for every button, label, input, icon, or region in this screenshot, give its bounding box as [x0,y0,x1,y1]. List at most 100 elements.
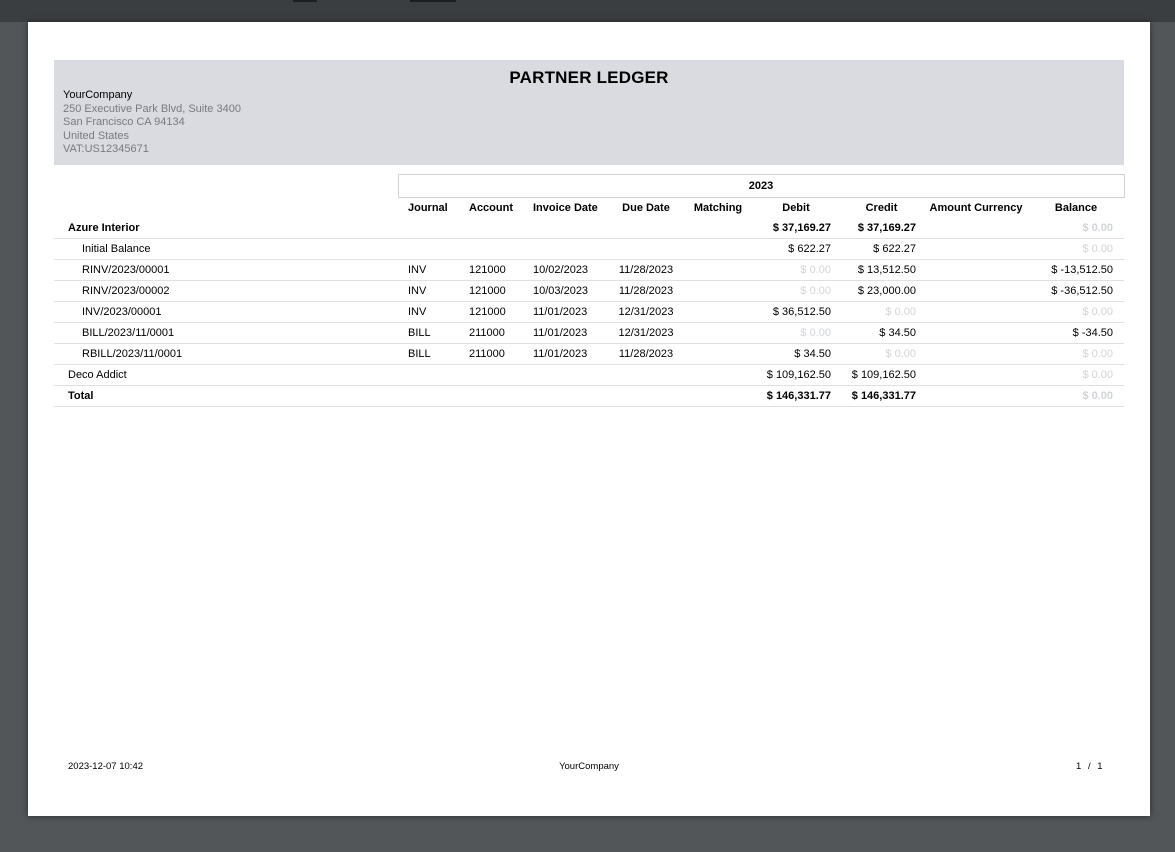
balance-cell: $ -13,512.50 [1028,259,1125,281]
amount-currency-cell [924,259,1028,281]
debit-cell: $ 36,512.50 [753,301,839,323]
ledger-line-row[interactable]: Initial Balance $ 622.27 $ 622.27 $ 0.00 [54,238,1125,260]
debit-cell: $ 37,169.27 [753,218,839,239]
company-name: YourCompany [63,89,133,101]
move-name-link[interactable]: BILL/2023/11/0001 [54,322,398,344]
move-name-link[interactable]: RINV/2023/00002 [54,280,398,302]
amount-currency-cell [924,280,1028,302]
matching-cell [683,218,753,239]
page-total: 1 [1097,761,1103,772]
amount-currency-cell [924,364,1028,386]
debit-cell: $ 0.00 [753,322,839,344]
toolbar-button[interactable] [410,0,456,2]
period-header-row: 2023 [54,174,1125,198]
ledger-table: 2023 Journal Account Invoice Date Due Da… [54,174,1125,407]
amount-currency-cell [924,218,1028,239]
ledger-line-row[interactable]: RBILL/2023/11/0001 BILL 211000 11/01/202… [54,343,1125,365]
line-label: Initial Balance [54,238,398,260]
footer-pagination: 1 / 1 [1076,761,1103,772]
credit-cell: $ 0.00 [839,343,924,365]
company-address-line: 250 Executive Park Blvd, Suite 3400 [63,102,241,115]
ledger-line-row[interactable]: INV/2023/00001 INV 121000 11/01/2023 12/… [54,301,1125,323]
journal-cell: BILL [398,322,459,344]
journal-cell [398,364,459,386]
debit-cell: $ 0.00 [753,259,839,281]
invoice-date-cell: 11/01/2023 [523,301,609,323]
credit-cell: $ 109,162.50 [839,364,924,386]
journal-cell: INV [398,280,459,302]
total-debit: $ 146,331.77 [753,385,839,407]
invoice-date-cell [523,218,609,239]
matching-cell [683,343,753,365]
matching-cell [683,301,753,323]
account-cell: 121000 [459,301,523,323]
due-date-cell [609,238,683,260]
page-current: 1 [1076,761,1082,772]
company-address-line: San Francisco CA 94134 [63,116,185,128]
report-title: PARTNER LEDGER [509,68,669,87]
amount-currency-cell [924,343,1028,365]
amount-currency-cell [924,238,1028,260]
total-balance: $ 0.00 [1028,385,1125,407]
ledger-line-row[interactable]: RINV/2023/00002 INV 121000 10/03/2023 11… [54,280,1125,302]
move-name-link[interactable]: RINV/2023/00001 [54,259,398,281]
company-vat: VAT:US12345671 [63,143,149,155]
due-date-cell: 11/28/2023 [609,280,683,302]
ledger-line-row[interactable]: BILL/2023/11/0001 BILL 211000 11/01/2023… [54,322,1125,344]
journal-cell [398,218,459,239]
toolbar-button[interactable] [293,0,317,2]
debit-cell: $ 0.00 [753,280,839,302]
due-date-cell: 11/28/2023 [609,343,683,365]
invoice-date-cell: 11/01/2023 [523,322,609,344]
balance-cell: $ -36,512.50 [1028,280,1125,302]
period-label: 2023 [397,174,1125,198]
balance-cell: $ 0.00 [1028,218,1125,239]
move-name-link[interactable]: RBILL/2023/11/0001 [54,343,398,365]
debit-cell: $ 622.27 [753,238,839,260]
journal-cell: BILL [398,343,459,365]
due-date-cell: 12/31/2023 [609,301,683,323]
journal-cell: INV [398,301,459,323]
partner-row[interactable]: Deco Addict $ 109,162.50 $ 109,162.50 $ … [54,364,1125,386]
account-cell [459,364,523,386]
partner-name[interactable]: Azure Interior [54,218,398,239]
empty-cell [398,385,459,407]
account-cell: 211000 [459,343,523,365]
col-header-journal: Journal [408,202,448,214]
amount-currency-cell [924,301,1028,323]
credit-cell: $ 37,169.27 [839,218,924,239]
matching-cell [683,364,753,386]
debit-cell: $ 109,162.50 [753,364,839,386]
matching-cell [683,259,753,281]
balance-cell: $ 0.00 [1028,364,1125,386]
balance-cell: $ -34.50 [1028,322,1125,344]
empty-cell [523,385,609,407]
account-cell [459,238,523,260]
invoice-date-cell: 11/01/2023 [523,343,609,365]
pdf-viewer-toolbar [0,0,1175,22]
empty-cell [683,385,753,407]
due-date-cell [609,218,683,239]
credit-cell: $ 0.00 [839,301,924,323]
invoice-date-cell [523,364,609,386]
move-name-link[interactable]: INV/2023/00001 [54,301,398,323]
ledger-line-row[interactable]: RINV/2023/00001 INV 121000 10/02/2023 11… [54,259,1125,281]
period-spacer [54,175,398,198]
amount-currency-cell [924,322,1028,344]
due-date-cell: 12/31/2023 [609,322,683,344]
col-header-invoice-date: Invoice Date [533,202,598,214]
company-info: YourCompany 250 Executive Park Blvd, Sui… [63,89,241,157]
credit-cell: $ 13,512.50 [839,259,924,281]
account-cell [459,218,523,239]
partner-name[interactable]: Deco Addict [54,364,398,386]
partner-row[interactable]: Azure Interior $ 37,169.27 $ 37,169.27 $… [54,218,1125,239]
matching-cell [683,280,753,302]
empty-cell [459,385,523,407]
total-label: Total [54,385,398,407]
col-header-debit: Debit [782,202,810,214]
invoice-date-cell [523,238,609,260]
matching-cell [683,238,753,260]
journal-cell [398,238,459,260]
invoice-date-cell: 10/03/2023 [523,280,609,302]
col-header-name [54,198,398,219]
